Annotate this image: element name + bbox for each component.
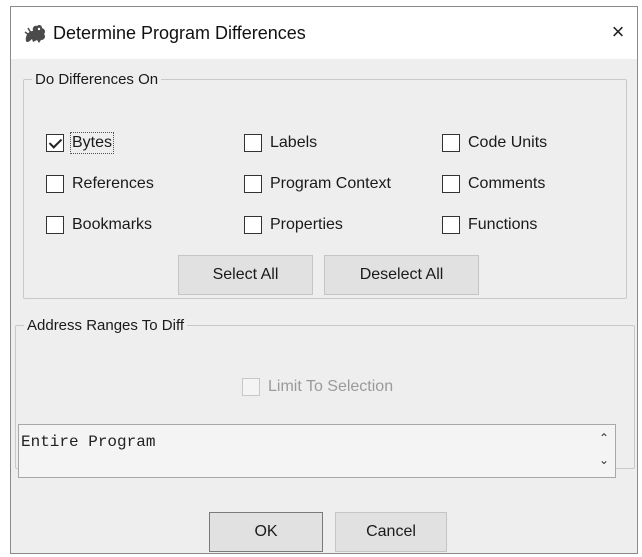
select-all-button[interactable]: Select All [178, 255, 313, 295]
bookmarks-checkbox-box[interactable] [46, 216, 64, 234]
labels-label: Labels [270, 134, 318, 151]
close-icon[interactable]: × [605, 19, 631, 45]
bookmarks-label: Bookmarks [72, 216, 153, 233]
address-range-field[interactable]: Entire Program ⌃ ⌄ [18, 424, 616, 478]
checkbox-program-context[interactable]: Program Context [244, 175, 391, 193]
checkbox-code-units[interactable]: Code Units [442, 134, 547, 152]
checkbox-properties[interactable]: Properties [244, 216, 343, 234]
checkbox-functions[interactable]: Functions [442, 216, 537, 234]
address-range-legend: Address Ranges To Diff [27, 317, 185, 334]
bytes-label: Bytes [69, 132, 115, 154]
checkbox-comments[interactable]: Comments [442, 175, 545, 193]
program-context-checkbox-box[interactable] [244, 175, 262, 193]
references-checkbox-box[interactable] [46, 175, 64, 193]
window-title: Determine Program Differences [53, 23, 306, 43]
checkbox-references[interactable]: References [46, 175, 154, 193]
limit-to-selection-checkbox-box[interactable] [242, 378, 260, 396]
checkbox-bookmarks[interactable]: Bookmarks [46, 216, 152, 234]
chevron-up-icon[interactable]: ⌃ [597, 431, 611, 445]
bytes-checkbox-box[interactable] [46, 134, 64, 152]
dragon-icon [23, 23, 47, 45]
properties-label: Properties [270, 216, 343, 233]
code-units-label: Code Units [468, 134, 548, 151]
title-bar: Determine Program Differences × [11, 7, 637, 59]
comments-checkbox-box[interactable] [442, 175, 460, 193]
checkbox-labels[interactable]: Labels [244, 134, 317, 152]
address-range-value: Entire Program [21, 433, 156, 451]
functions-label: Functions [468, 216, 538, 233]
checkbox-limit-to-selection[interactable]: Limit To Selection [242, 378, 393, 396]
chevron-down-icon[interactable]: ⌄ [597, 453, 611, 467]
functions-checkbox-box[interactable] [442, 216, 460, 234]
properties-checkbox-box[interactable] [244, 216, 262, 234]
labels-checkbox-box[interactable] [244, 134, 262, 152]
program-context-label: Program Context [270, 175, 391, 192]
cancel-button[interactable]: Cancel [335, 512, 447, 552]
ok-button[interactable]: OK [209, 512, 323, 552]
diff-options-group: Do Differences On Bytes Labels Code Unit… [23, 71, 627, 299]
deselect-all-button[interactable]: Deselect All [324, 255, 479, 295]
address-range-group: Address Ranges To Diff Limit To Selectio… [15, 317, 635, 478]
references-label: References [72, 175, 154, 192]
code-units-checkbox-box[interactable] [442, 134, 460, 152]
comments-label: Comments [468, 175, 546, 192]
limit-to-selection-label: Limit To Selection [268, 378, 394, 395]
checkbox-bytes[interactable]: Bytes [46, 132, 115, 154]
diff-options-legend: Do Differences On [35, 71, 159, 88]
dialog-window: Determine Program Differences × Do Diffe… [10, 6, 638, 554]
